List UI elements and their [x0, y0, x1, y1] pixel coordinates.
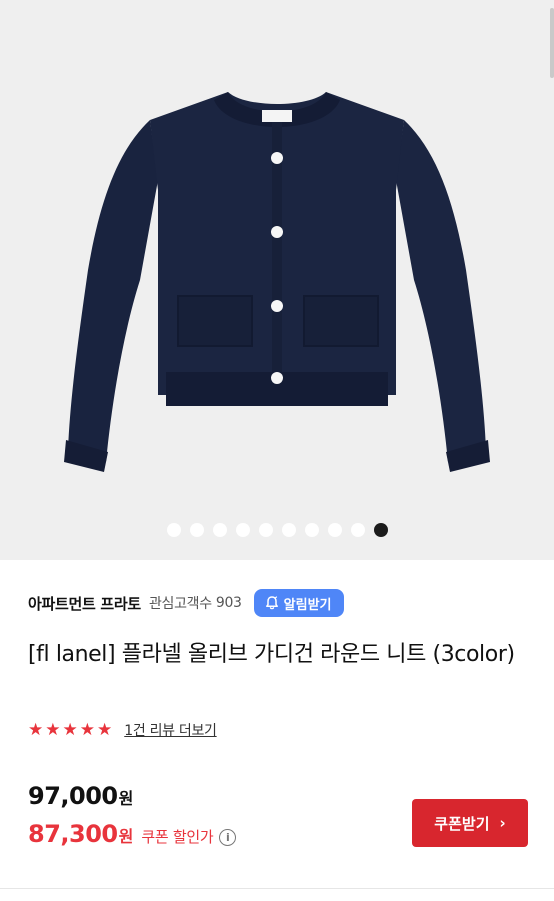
- scrollbar[interactable]: [550, 8, 554, 78]
- bell-icon: [265, 596, 278, 610]
- discount-price: 87,300 원 쿠폰 할인가 i: [28, 820, 237, 848]
- carousel-dot[interactable]: [327, 523, 342, 537]
- star-icon: ★: [79, 720, 95, 740]
- product-title: [fl lanel] 플라넬 올리브 가디건 라운드 니트 (3color): [28, 642, 515, 667]
- carousel-dot[interactable]: [189, 523, 204, 537]
- carousel-dot[interactable]: [258, 523, 273, 537]
- coupon-label: 쿠폰받기: [434, 814, 490, 833]
- carousel-dot[interactable]: [350, 523, 365, 537]
- seller-name[interactable]: 아파트먼트 프라토: [28, 593, 141, 614]
- product-image: [64, 92, 490, 472]
- star-icon: ★: [45, 720, 61, 740]
- carousel-dot-active[interactable]: [373, 523, 388, 537]
- carousel-dot[interactable]: [235, 523, 250, 537]
- alarm-label: 알림받기: [283, 597, 332, 613]
- review-link[interactable]: 1건 리뷰 더보기: [124, 720, 217, 740]
- seller-row: 아파트먼트 프라토 관심고객수 903 알림받기: [28, 588, 344, 618]
- carousel-dot[interactable]: [212, 523, 227, 537]
- carousel-dots[interactable]: [0, 523, 554, 537]
- discount-price-value: 87,300: [28, 820, 118, 848]
- star-icon: ★: [62, 720, 78, 740]
- info-icon[interactable]: i: [219, 828, 237, 846]
- carousel-dot[interactable]: [281, 523, 296, 537]
- rating-row: ★ ★ ★ ★ ★ 1건 리뷰 더보기: [28, 716, 217, 744]
- carousel-dot[interactable]: [166, 523, 181, 537]
- chevron-right-icon: ›: [499, 814, 506, 832]
- discount-label: 쿠폰 할인가: [141, 828, 214, 846]
- interest-label: 관심고객수: [148, 596, 212, 612]
- interest-count: 903: [215, 595, 242, 611]
- currency-unit: 원: [118, 827, 134, 846]
- star-icon: ★: [28, 720, 44, 740]
- product-image-gallery[interactable]: [0, 0, 554, 560]
- carousel-dot[interactable]: [304, 523, 319, 537]
- original-price: 97,000 원: [28, 782, 133, 810]
- alarm-button[interactable]: 알림받기: [253, 589, 344, 617]
- coupon-button[interactable]: 쿠폰받기 ›: [412, 799, 528, 847]
- star-icon: ★: [97, 720, 113, 740]
- currency-unit: 원: [118, 789, 134, 808]
- divider: [0, 888, 554, 889]
- rating-stars: ★ ★ ★ ★ ★: [28, 720, 112, 740]
- original-price-value: 97,000: [28, 782, 118, 810]
